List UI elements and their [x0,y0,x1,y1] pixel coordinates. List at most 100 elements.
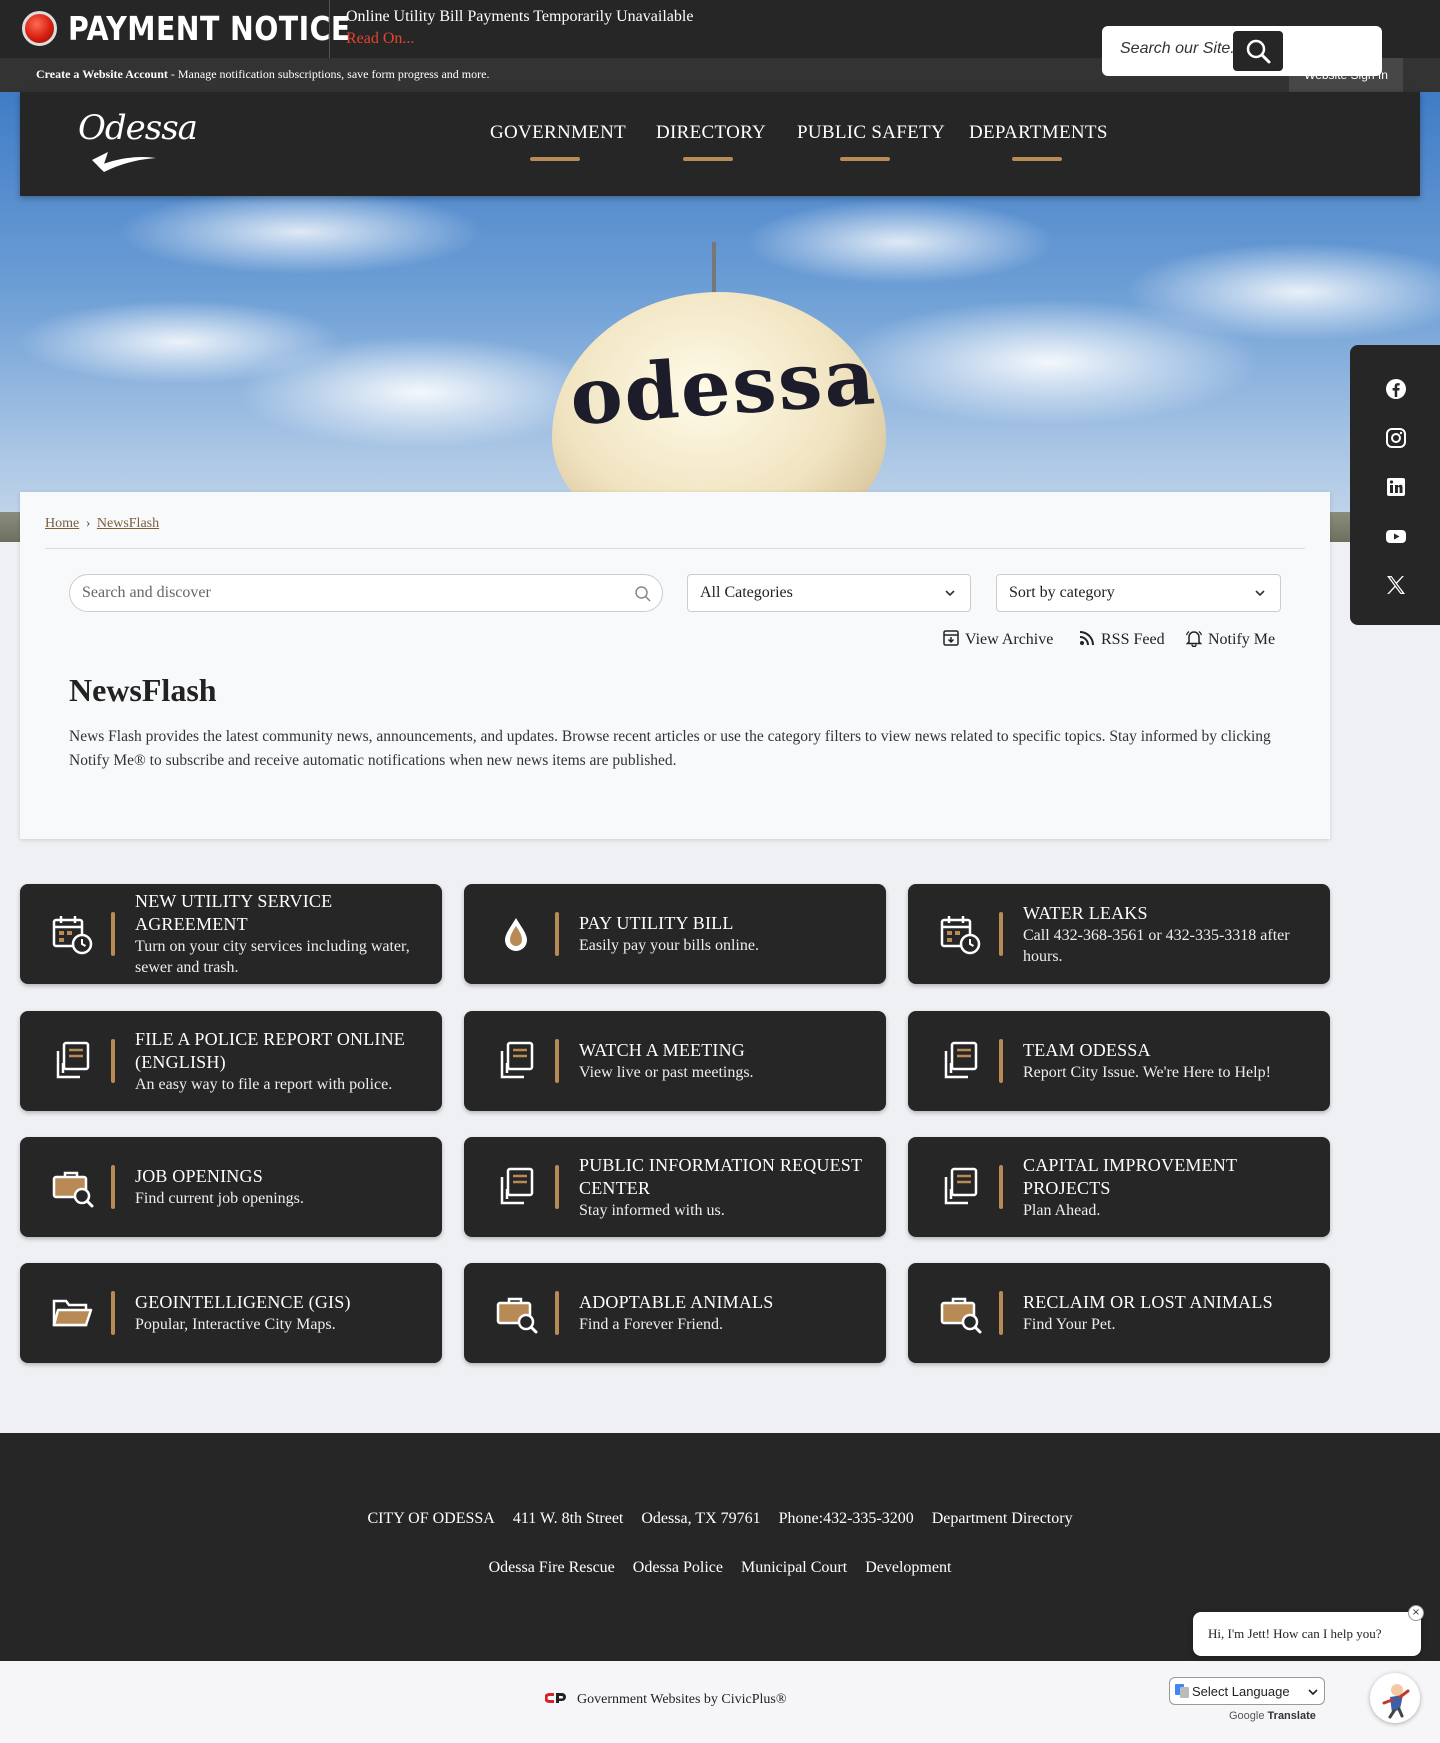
chevron-down-icon [1255,590,1265,597]
tile-divider [111,1165,115,1209]
tile-text: WATCH A MEETING View live or past meetin… [579,1011,879,1111]
breadcrumb-newsflash[interactable]: NewsFlash [97,516,159,531]
chat-greeting-text: Hi, I'm Jett! How can I help you? [1208,1626,1382,1641]
tile-title: JOB OPENINGS [135,1166,263,1186]
chat-greeting-bubble[interactable]: Hi, I'm Jett! How can I help you? [1193,1612,1421,1656]
chevron-down-icon [1308,1689,1318,1696]
tile-geointelligence[interactable]: GEOINTELLIGENCE (GIS) Popular, Interacti… [20,1263,442,1363]
language-select[interactable]: Select Language [1169,1677,1325,1705]
footer-municipal-court[interactable]: Municipal Court [741,1559,847,1576]
tile-divider [999,1165,1003,1209]
tile-text: WATER LEAKS Call 432-368-3561 or 432-335… [1023,884,1328,984]
breadcrumb-separator: › [85,516,91,531]
tile-title: PUBLIC INFORMATION REQUEST CENTER [579,1154,862,1198]
footer-phone[interactable]: Phone:432-335-3200 [779,1510,914,1527]
tile-text: PUBLIC INFORMATION REQUEST CENTER Stay i… [579,1137,879,1237]
instagram-icon[interactable] [1385,427,1407,449]
alert-read-on-link[interactable]: Read On... [346,28,414,50]
tile-watch-meeting[interactable]: WATCH A MEETING View live or past meetin… [464,1011,886,1111]
tile-public-info-request[interactable]: PUBLIC INFORMATION REQUEST CENTER Stay i… [464,1137,886,1237]
search-icon[interactable] [634,585,652,603]
nav-public-safety[interactable]: PUBLIC SAFETY [797,122,945,144]
create-account-link[interactable]: Create a Website Account [36,67,168,81]
nav-departments-underline [1012,157,1062,161]
page-description: News Flash provides the latest community… [69,728,1271,769]
page-title: NewsFlash [69,672,217,708]
youtube-icon[interactable] [1385,525,1407,547]
powered-by-google-translate: Google Translate [1229,1710,1316,1722]
tile-water-leaks[interactable]: WATER LEAKS Call 432-368-3561 or 432-335… [908,884,1330,984]
tile-adoptable-animals[interactable]: ADOPTABLE ANIMALS Find a Forever Friend. [464,1263,886,1363]
rss-icon [1079,631,1094,646]
tile-capital-improvement[interactable]: CAPITAL IMPROVEMENT PROJECTS Plan Ahead. [908,1137,1330,1237]
category-select[interactable]: All Categories [687,574,971,612]
view-archive-link[interactable]: View Archive [942,629,1053,649]
account-bar-text: Create a Website Account - Manage notifi… [36,67,489,82]
water-drop-icon [505,918,527,951]
tile-team-odessa[interactable]: TEAM ODESSA Report City Issue. We're Her… [908,1011,1330,1111]
tile-title: NEW UTILITY SERVICE AGREEMENT [135,891,333,934]
briefcase-search-icon [940,1297,982,1334]
tile-subtitle: Find Your Pet. [1023,1316,1116,1333]
tile-text: CAPITAL IMPROVEMENT PROJECTS Plan Ahead. [1023,1137,1323,1237]
nav-directory-underline [683,157,733,161]
rss-feed-link[interactable]: RSS Feed [1078,629,1165,649]
nav-government[interactable]: GOVERNMENT [490,122,626,144]
language-select-value: Select Language [1192,1684,1290,1699]
tile-subtitle: Easily pay your bills online. [579,937,759,954]
breadcrumb-home[interactable]: Home [45,516,79,531]
documents-icon [500,1167,534,1205]
footer-fire-rescue[interactable]: Odessa Fire Rescue [489,1559,615,1576]
footer-contact-row: CITY OF ODESSA 411 W. 8th Street Odessa,… [0,1510,1440,1528]
tile-reclaim-lost-animals[interactable]: RECLAIM OR LOST ANIMALS Find Your Pet. [908,1263,1330,1363]
tile-subtitle: An easy way to file a report with police… [135,1075,393,1093]
tile-title: GEOINTELLIGENCE (GIS) [135,1292,351,1312]
chat-avatar-button[interactable] [1370,1673,1420,1723]
notify-me-label: Notify Me [1208,631,1276,648]
view-archive-label: View Archive [965,631,1054,648]
breadcrumb: Home › NewsFlash [45,516,159,532]
tile-text: JOB OPENINGS Find current job openings. [135,1137,435,1237]
tile-text: NEW UTILITY SERVICE AGREEMENT Turn on yo… [135,884,435,984]
tile-text: FILE A POLICE REPORT ONLINE (ENGLISH) An… [135,1011,435,1111]
calendar-clock-icon [52,914,93,955]
alert-title: PAYMENT NOTICE [68,9,351,48]
create-account-desc: - Manage notification subscriptions, sav… [167,67,490,81]
tile-job-openings[interactable]: JOB OPENINGS Find current job openings. [20,1137,442,1237]
footer-police[interactable]: Odessa Police [633,1559,723,1576]
footer-department-directory[interactable]: Department Directory [932,1510,1073,1527]
nav-government-underline [530,157,580,161]
tile-file-police-report[interactable]: FILE A POLICE REPORT ONLINE (ENGLISH) An… [20,1011,442,1111]
tile-divider [555,1039,559,1083]
tile-pay-utility-bill[interactable]: PAY UTILITY BILL Easily pay your bills o… [464,884,886,984]
x-twitter-icon[interactable] [1385,574,1407,596]
tile-new-utility-service[interactable]: NEW UTILITY SERVICE AGREEMENT Turn on yo… [20,884,442,984]
rss-feed-label: RSS Feed [1101,631,1165,648]
nav-directory[interactable]: DIRECTORY [656,122,766,144]
tile-title: CAPITAL IMPROVEMENT PROJECTS [1023,1154,1237,1198]
tile-title: RECLAIM OR LOST ANIMALS [1023,1292,1273,1312]
civicplus-link[interactable]: Government Websites by CivicPlus® [545,1691,787,1708]
tile-title: WATER LEAKS [1023,902,1148,923]
site-search-button[interactable] [1233,31,1283,71]
alert-divider [329,0,330,58]
facebook-icon[interactable] [1385,378,1407,400]
news-search-input[interactable]: Search and discover [69,574,663,612]
footer-development[interactable]: Development [865,1559,951,1576]
documents-icon [56,1041,90,1079]
bottom-bar: Government Websites by CivicPlus® Select… [0,1661,1440,1743]
notify-me-link[interactable]: Notify Me [1185,629,1275,649]
tile-title: PAY UTILITY BILL [579,913,734,933]
tile-subtitle: Find current job openings. [135,1190,304,1207]
tile-title: TEAM ODESSA [1023,1040,1151,1060]
tile-subtitle: Turn on your city services including wat… [135,938,410,976]
tile-subtitle: Find a Forever Friend. [579,1316,723,1333]
odessa-logo[interactable]: Odessa [78,108,198,180]
chat-close-button[interactable]: × [1408,1605,1424,1621]
tile-divider [111,1291,115,1335]
footer-links-row: Odessa Fire Rescue Odessa Police Municip… [0,1559,1440,1577]
linkedin-icon[interactable] [1385,476,1407,498]
nav-departments[interactable]: DEPARTMENTS [969,122,1108,144]
tile-text: RECLAIM OR LOST ANIMALS Find Your Pet. [1023,1263,1323,1363]
sort-select[interactable]: Sort by category [996,574,1281,612]
